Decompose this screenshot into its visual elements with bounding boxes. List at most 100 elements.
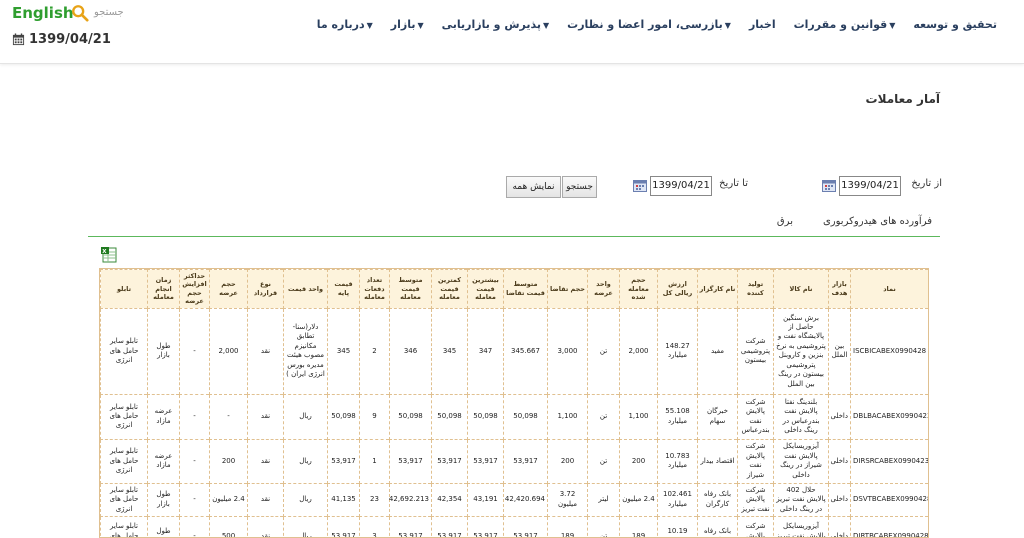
- nav-item-5[interactable]: ▼قوانین و مقررات: [785, 18, 905, 31]
- table-cell: ریال: [283, 393, 328, 440]
- nav-item-2[interactable]: ▼پذیرش و بازاریابی: [433, 18, 559, 31]
- table-cell: DIRTBCABEX0990428: [850, 516, 928, 537]
- table-cell: 189: [619, 516, 658, 537]
- table-cell: آیزوریسایکل پالایش نفت شیراز در رینگ داخ…: [773, 438, 829, 484]
- table-cell: شرکت پالایش نفت تبریز: [737, 516, 774, 537]
- table-cell: 53,917: [431, 516, 468, 537]
- excel-export-icon[interactable]: X: [101, 247, 117, 263]
- table-row[interactable]: 1399/04/21DIRSRCABEX0990423داخلیآیزوریسا…: [100, 438, 930, 484]
- search-button[interactable]: جستجو: [562, 176, 597, 198]
- table-cell: 148.27 میلیارد: [657, 307, 698, 395]
- nav-item-6[interactable]: تحقیق و توسعه: [904, 18, 1006, 31]
- section-divider: [88, 236, 940, 237]
- column-header[interactable]: تولید کننده: [737, 269, 774, 309]
- table-cell: DSVTBCABEX0990428: [850, 482, 928, 518]
- table-cell: 189: [547, 516, 588, 537]
- column-header[interactable]: متوسط قیمت تقاضا: [503, 269, 548, 309]
- table-cell: نقد: [247, 516, 284, 537]
- table-cell: 53,917: [503, 516, 548, 537]
- search-icon[interactable]: [71, 4, 89, 22]
- table-cell: 1399/04/21: [929, 483, 930, 516]
- table-cell: داخلی: [828, 516, 851, 537]
- show-all-button[interactable]: نمایش همه: [506, 176, 561, 198]
- site-header: English جستجو 1399/04/21 ▼درباره ما ▼بازا…: [0, 0, 1024, 64]
- column-header[interactable]: تاریخ: [929, 270, 930, 309]
- table-cell: بانک رفاه کارگران: [697, 516, 738, 537]
- english-language-link[interactable]: English: [12, 4, 74, 22]
- table-cell: 102.461 میلیارد: [657, 482, 698, 518]
- column-header[interactable]: تابلو: [100, 269, 148, 309]
- table-row[interactable]: 1399/04/21DSVTBCABEX0990428داخلیحلال 402…: [100, 482, 930, 518]
- nav-item-label: اخبار: [748, 18, 776, 31]
- nav-item-3[interactable]: ▼بازرسی، امور اعضا و نظارت: [558, 18, 740, 31]
- table-cell: 1: [359, 438, 390, 484]
- search-input[interactable]: جستجو: [94, 7, 124, 18]
- from-date-calendar-icon[interactable]: [822, 180, 836, 192]
- table-cell: 345: [327, 307, 360, 395]
- column-header[interactable]: بیشترین قیمت معامله: [467, 269, 504, 309]
- column-header[interactable]: حجم معامله شده: [619, 269, 658, 309]
- table-cell: بین الملل: [828, 307, 851, 395]
- column-header[interactable]: ارزش ریالی کل: [657, 269, 698, 309]
- table-cell: عرضه مازاد: [147, 438, 180, 484]
- table-cell: شرکت پتروشیمی بیستون: [737, 307, 774, 395]
- column-header[interactable]: بازار هدف: [828, 269, 851, 309]
- column-header[interactable]: واحد عرضه: [587, 269, 620, 309]
- table-cell: تابلو سایر حامل های انرژی: [100, 307, 148, 395]
- column-header[interactable]: متوسط قیمت معامله: [389, 269, 432, 309]
- table-cell: 1399/04/21: [929, 439, 930, 483]
- nav-item-1[interactable]: ▼بازار: [382, 18, 433, 31]
- to-date-input[interactable]: 1399/04/21: [650, 176, 712, 196]
- column-header[interactable]: نماد: [850, 269, 928, 309]
- table-cell: 2,000: [209, 307, 248, 395]
- table-cell: ISCBICABEX0990428: [850, 307, 928, 395]
- column-header[interactable]: حداکثر افزایش حجم عرضه: [179, 269, 210, 309]
- table-cell: 50,098: [389, 393, 432, 440]
- table-cell: نقد: [247, 307, 284, 395]
- table-row[interactable]: 1399/04/21ISCBICABEX0990428بین المللبرش …: [100, 307, 928, 395]
- table-cell: داخلی: [828, 393, 851, 440]
- column-header[interactable]: کمترین قیمت معامله: [431, 269, 468, 309]
- table-cell: ریال: [283, 482, 328, 518]
- nav-item-label: بازار: [390, 18, 416, 31]
- table-cell: 200: [619, 438, 658, 484]
- nav-item-4[interactable]: اخبار: [740, 18, 785, 31]
- table-cell: تابلو سایر حامل های انرژی: [100, 438, 148, 484]
- column-header[interactable]: نام کالا: [773, 269, 829, 309]
- column-header[interactable]: حجم عرضه: [209, 269, 248, 309]
- nav-item-label: پذیرش و بازاریابی: [441, 18, 541, 31]
- table-row[interactable]: 1399/04/21DIRTBCABEX0990428داخلیآیزوریسا…: [100, 516, 928, 537]
- table-cell: 346: [389, 307, 432, 395]
- table-row[interactable]: 1399/04/21DBLBACABEX0990423داخلیبلندینگ …: [100, 393, 928, 440]
- table-cell: 42,354: [431, 482, 468, 518]
- table-cell: داخلی: [828, 482, 851, 518]
- caret-down-icon: ▼: [366, 21, 373, 30]
- column-header[interactable]: حجم تقاضا: [547, 269, 588, 309]
- table-cell: مفید: [697, 307, 738, 395]
- column-header[interactable]: واحد قیمت: [283, 269, 328, 309]
- table-cell: ریال: [283, 516, 328, 537]
- table-cell: 10.19 میلیارد: [657, 516, 698, 537]
- column-header[interactable]: قیمت پایه: [327, 269, 360, 309]
- table-cell: بلندینگ نفتا پالایش نفت بندرعباس در رینگ…: [773, 393, 829, 440]
- table-cell: 41,135: [327, 482, 360, 518]
- table-cell: 55.108 میلیارد: [657, 393, 698, 440]
- column-header[interactable]: نام کارگزار: [697, 269, 738, 309]
- table-cell: DBLBACABEX0990423: [850, 393, 928, 440]
- caret-down-icon: ▼: [417, 21, 424, 30]
- table-cell: 500: [209, 516, 248, 537]
- column-header[interactable]: زمان انجام معامله: [147, 269, 180, 309]
- column-header[interactable]: نوع قرارداد: [247, 269, 284, 309]
- table-cell: 53,917: [467, 438, 504, 484]
- from-date-input[interactable]: 1399/04/21: [839, 176, 901, 196]
- to-date-calendar-icon[interactable]: [633, 180, 647, 192]
- table-cell: برش سنگین حاصل از پالایشگاه نفت و پتروشی…: [773, 307, 829, 395]
- table-cell: 53,917: [389, 516, 432, 537]
- nav-item-0[interactable]: ▼درباره ما: [308, 18, 382, 31]
- column-header[interactable]: تعداد دفعات معامله: [359, 269, 390, 309]
- subcategory-label: برق: [776, 216, 793, 227]
- nav-item-label: قوانین و مقررات: [793, 18, 888, 31]
- table-header-row: تاریخنمادبازار هدفنام کالاتولید کنندهنام…: [100, 269, 930, 309]
- table-cell: 53,917: [327, 438, 360, 484]
- table-cell: 2,000: [619, 307, 658, 395]
